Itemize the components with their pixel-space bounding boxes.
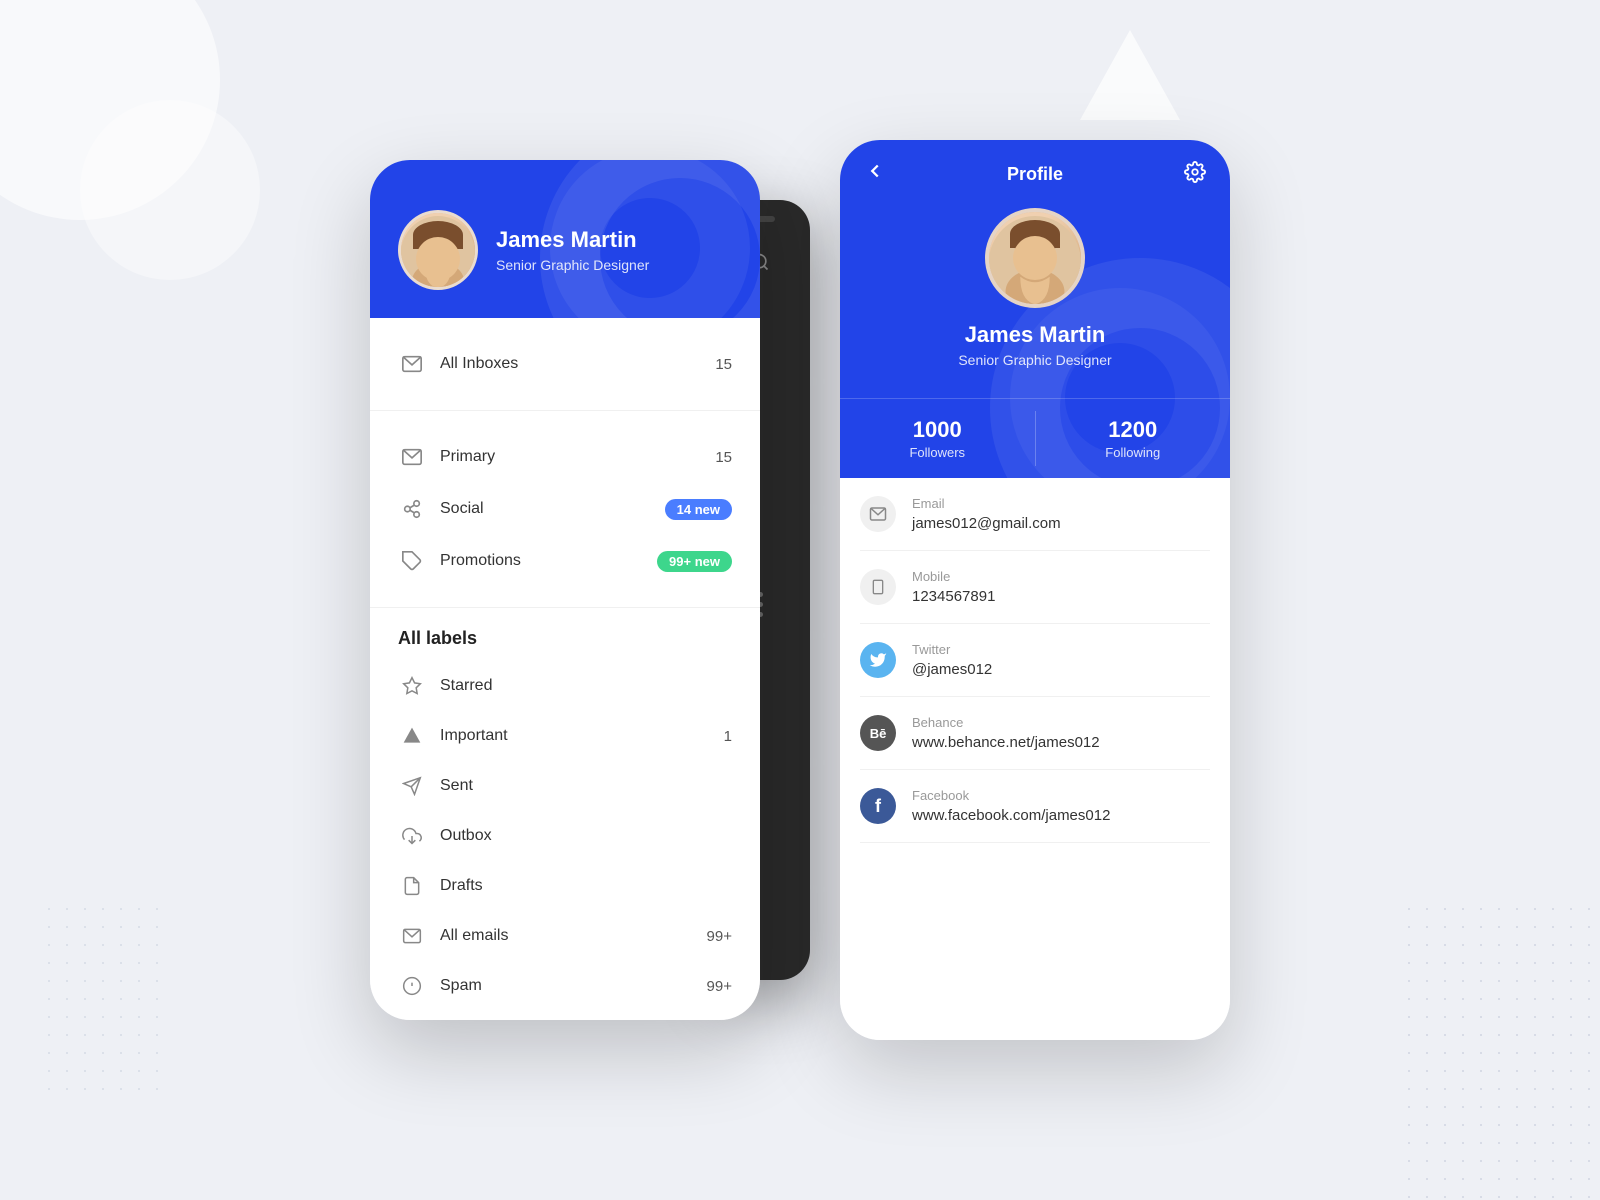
contact-facebook-item[interactable]: f Facebook www.facebook.com/james012 [860,770,1210,843]
outbox-label-item[interactable]: Outbox [398,811,732,861]
drafts-label-item[interactable]: Drafts [398,861,732,911]
all-inboxes-count: 15 [715,356,732,373]
profile-user-name: James Martin [965,322,1106,348]
mobile-value: 1234567891 [912,588,1210,605]
phone1-user-info: James Martin Senior Graphic Designer [496,227,649,273]
followers-label: Followers [909,445,965,460]
primary-count: 15 [715,449,732,466]
contact-email-item[interactable]: Email james012@gmail.com [860,478,1210,551]
primary-inbox-item[interactable]: Primary 15 [398,431,732,483]
phone2-header: Profile [840,140,1230,478]
behance-label: Behance [912,715,1210,730]
avatar [398,210,478,290]
labels-section: All labels Starred [370,608,760,1020]
promotions-badge: 99+ new [657,551,732,572]
profile-title: Profile [1007,164,1063,185]
phone1-user-title: Senior Graphic Designer [496,257,649,273]
inbox-section: All Inboxes 15 [370,318,760,411]
important-count: 1 [724,728,732,745]
outbox-text: Outbox [440,827,732,845]
phone2-profile-area: James Martin Senior Graphic Designer [840,198,1230,398]
important-text: Important [440,727,710,745]
social-icon [398,495,426,523]
star-icon [398,672,426,700]
phone1-body: All Inboxes 15 Primary 1 [370,318,760,1020]
mobile-contact-icon [860,569,896,605]
phone2-body: Email james012@gmail.com Mobile 12345678… [840,478,1230,1040]
facebook-label: Facebook [912,788,1210,803]
inbox-all-inboxes[interactable]: All Inboxes 15 [398,338,732,390]
bg-triangle [1080,30,1180,120]
categories-section: Primary 15 S [370,411,760,608]
all-emails-count: 99+ [707,928,732,945]
tag-icon [398,547,426,575]
phone1: James Martin Senior Graphic Designer [370,160,760,1020]
spam-icon [398,972,426,1000]
all-inboxes-label: All Inboxes [440,355,701,373]
bg-dots-left [40,900,160,1100]
twitter-value: @james012 [912,661,1210,678]
sent-text: Sent [440,777,732,795]
phones-container: James Martin Senior Graphic Designer [370,160,1230,1040]
outbox-icon [398,822,426,850]
labels-title: All labels [398,628,732,649]
phone2: Profile [840,140,1230,1040]
phone1-wrapper: James Martin Senior Graphic Designer [370,160,760,1020]
facebook-value: www.facebook.com/james012 [912,807,1210,824]
profile-avatar-image [989,212,1081,304]
all-emails-text: All emails [440,927,693,945]
sent-label-item[interactable]: Sent [398,761,732,811]
social-label: Social [440,500,651,518]
drafts-text: Drafts [440,877,732,895]
inbox-icon [398,350,426,378]
phone2-topbar: Profile [840,140,1230,198]
email-icon [398,443,426,471]
behance-contact-info: Behance www.behance.net/james012 [912,715,1210,751]
spam-text: Spam [440,977,693,995]
bg-dots-right [1400,900,1600,1200]
phone1-profile-row: James Martin Senior Graphic Designer [398,210,732,290]
avatar-image [401,213,475,287]
followers-count: 1000 [913,417,962,443]
mobile-label: Mobile [912,569,1210,584]
starred-text: Starred [440,677,732,695]
spam-label-item[interactable]: Spam 99+ [398,961,732,1011]
facebook-contact-icon: f [860,788,896,824]
facebook-contact-info: Facebook www.facebook.com/james012 [912,788,1210,824]
twitter-label: Twitter [912,642,1210,657]
all-email-icon [398,922,426,950]
important-label-item[interactable]: Important 1 [398,711,732,761]
social-badge: 14 new [665,499,732,520]
sent-icon [398,772,426,800]
drafts-icon [398,872,426,900]
behance-value: www.behance.net/james012 [912,734,1210,751]
settings-button[interactable] [1184,161,1206,188]
twitter-contact-icon [860,642,896,678]
profile-user-title: Senior Graphic Designer [958,352,1111,368]
email-contact-info: Email james012@gmail.com [912,496,1210,532]
twitter-contact-info: Twitter @james012 [912,642,1210,678]
profile-avatar [985,208,1085,308]
behance-contact-icon: Bē [860,715,896,751]
mobile-contact-info: Mobile 1234567891 [912,569,1210,605]
important-icon [398,722,426,750]
phone1-user-name: James Martin [496,227,649,253]
promotions-label: Promotions [440,552,643,570]
back-button[interactable] [864,160,886,188]
email-value: james012@gmail.com [912,515,1210,532]
contact-mobile-item[interactable]: Mobile 1234567891 [860,551,1210,624]
contact-twitter-item[interactable]: Twitter @james012 [860,624,1210,697]
primary-label: Primary [440,448,701,466]
starred-label-item[interactable]: Starred [398,661,732,711]
social-inbox-item[interactable]: Social 14 new [398,483,732,535]
promotions-inbox-item[interactable]: Promotions 99+ new [398,535,732,587]
bg-decoration-circle-2 [80,100,260,280]
all-emails-label-item[interactable]: All emails 99+ [398,911,732,961]
phone1-header: James Martin Senior Graphic Designer [370,160,760,318]
spam-count: 99+ [707,978,732,995]
contact-behance-item[interactable]: Bē Behance www.behance.net/james012 [860,697,1210,770]
email-label: Email [912,496,1210,511]
following-label: Following [1105,445,1160,460]
email-contact-icon [860,496,896,532]
